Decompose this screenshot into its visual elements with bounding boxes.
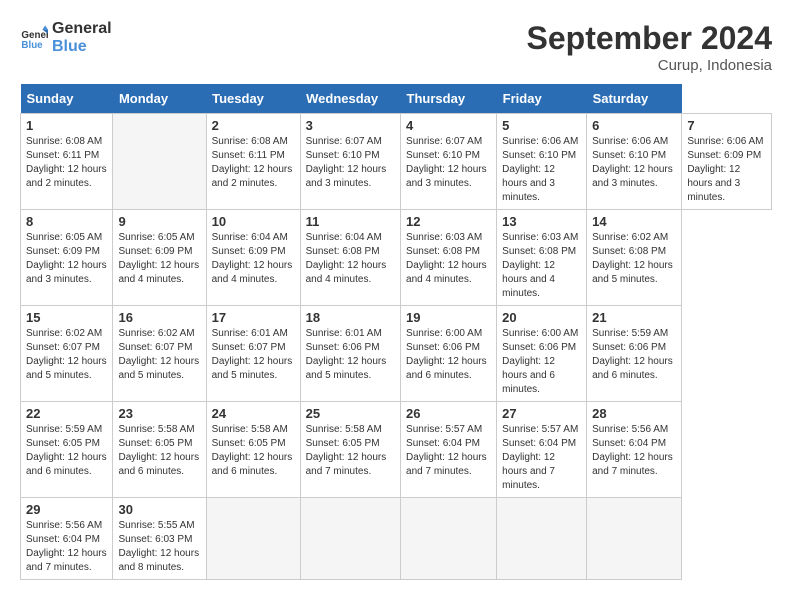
page-header: General Blue General Blue September 2024… xyxy=(20,20,772,74)
table-row: 24 Sunrise: 5:58 AM Sunset: 6:05 PM Dayl… xyxy=(206,402,300,498)
logo-line1: General xyxy=(52,20,112,38)
logo-icon: General Blue xyxy=(20,24,48,52)
table-row: 11 Sunrise: 6:04 AM Sunset: 6:08 PM Dayl… xyxy=(300,210,400,306)
table-row: 30 Sunrise: 5:55 AM Sunset: 6:03 PM Dayl… xyxy=(113,498,206,580)
calendar-table: Sunday Monday Tuesday Wednesday Thursday… xyxy=(20,84,772,580)
calendar-week: 29 Sunrise: 5:56 AM Sunset: 6:04 PM Dayl… xyxy=(21,498,772,580)
empty-cell xyxy=(300,498,400,580)
table-row: 14 Sunrise: 6:02 AM Sunset: 6:08 PM Dayl… xyxy=(587,210,682,306)
col-thursday: Thursday xyxy=(401,84,497,114)
col-friday: Friday xyxy=(497,84,587,114)
col-tuesday: Tuesday xyxy=(206,84,300,114)
table-row: 21 Sunrise: 5:59 AM Sunset: 6:06 PM Dayl… xyxy=(587,306,682,402)
table-row: 16 Sunrise: 6:02 AM Sunset: 6:07 PM Dayl… xyxy=(113,306,206,402)
table-row: 22 Sunrise: 5:59 AM Sunset: 6:05 PM Dayl… xyxy=(21,402,113,498)
table-row: 7 Sunrise: 6:06 AM Sunset: 6:09 PM Dayli… xyxy=(682,114,772,210)
table-row: 10 Sunrise: 6:04 AM Sunset: 6:09 PM Dayl… xyxy=(206,210,300,306)
table-row: 19 Sunrise: 6:00 AM Sunset: 6:06 PM Dayl… xyxy=(401,306,497,402)
empty-cell xyxy=(206,498,300,580)
col-wednesday: Wednesday xyxy=(300,84,400,114)
table-row: 15 Sunrise: 6:02 AM Sunset: 6:07 PM Dayl… xyxy=(21,306,113,402)
table-row: 27 Sunrise: 5:57 AM Sunset: 6:04 PM Dayl… xyxy=(497,402,587,498)
table-row: 6 Sunrise: 6:06 AM Sunset: 6:10 PM Dayli… xyxy=(587,114,682,210)
empty-cell xyxy=(401,498,497,580)
title-block: September 2024 Curup, Indonesia xyxy=(527,20,772,74)
calendar-week: 1 Sunrise: 6:08 AM Sunset: 6:11 PM Dayli… xyxy=(21,114,772,210)
table-row: 12 Sunrise: 6:03 AM Sunset: 6:08 PM Dayl… xyxy=(401,210,497,306)
table-row: 3 Sunrise: 6:07 AM Sunset: 6:10 PM Dayli… xyxy=(300,114,400,210)
logo-line2: Blue xyxy=(52,38,112,56)
table-row: 5 Sunrise: 6:06 AM Sunset: 6:10 PM Dayli… xyxy=(497,114,587,210)
table-row: 23 Sunrise: 5:58 AM Sunset: 6:05 PM Dayl… xyxy=(113,402,206,498)
empty-cell xyxy=(113,114,206,210)
header-row: Sunday Monday Tuesday Wednesday Thursday… xyxy=(21,84,772,114)
location: Curup, Indonesia xyxy=(527,57,772,74)
table-row: 17 Sunrise: 6:01 AM Sunset: 6:07 PM Dayl… xyxy=(206,306,300,402)
calendar-week: 22 Sunrise: 5:59 AM Sunset: 6:05 PM Dayl… xyxy=(21,402,772,498)
table-row: 13 Sunrise: 6:03 AM Sunset: 6:08 PM Dayl… xyxy=(497,210,587,306)
col-sunday: Sunday xyxy=(21,84,113,114)
table-row: 2 Sunrise: 6:08 AM Sunset: 6:11 PM Dayli… xyxy=(206,114,300,210)
table-row: 1 Sunrise: 6:08 AM Sunset: 6:11 PM Dayli… xyxy=(21,114,113,210)
table-row: 18 Sunrise: 6:01 AM Sunset: 6:06 PM Dayl… xyxy=(300,306,400,402)
table-row: 20 Sunrise: 6:00 AM Sunset: 6:06 PM Dayl… xyxy=(497,306,587,402)
col-saturday: Saturday xyxy=(587,84,682,114)
table-row: 9 Sunrise: 6:05 AM Sunset: 6:09 PM Dayli… xyxy=(113,210,206,306)
table-row: 28 Sunrise: 5:56 AM Sunset: 6:04 PM Dayl… xyxy=(587,402,682,498)
svg-text:Blue: Blue xyxy=(21,39,43,50)
table-row: 8 Sunrise: 6:05 AM Sunset: 6:09 PM Dayli… xyxy=(21,210,113,306)
table-row: 26 Sunrise: 5:57 AM Sunset: 6:04 PM Dayl… xyxy=(401,402,497,498)
table-row: 4 Sunrise: 6:07 AM Sunset: 6:10 PM Dayli… xyxy=(401,114,497,210)
col-monday: Monday xyxy=(113,84,206,114)
table-row: 25 Sunrise: 5:58 AM Sunset: 6:05 PM Dayl… xyxy=(300,402,400,498)
month-title: September 2024 xyxy=(527,20,772,57)
calendar-week: 15 Sunrise: 6:02 AM Sunset: 6:07 PM Dayl… xyxy=(21,306,772,402)
calendar-week: 8 Sunrise: 6:05 AM Sunset: 6:09 PM Dayli… xyxy=(21,210,772,306)
table-row: 29 Sunrise: 5:56 AM Sunset: 6:04 PM Dayl… xyxy=(21,498,113,580)
empty-cell xyxy=(587,498,682,580)
empty-cell xyxy=(497,498,587,580)
logo: General Blue General Blue xyxy=(20,20,112,55)
